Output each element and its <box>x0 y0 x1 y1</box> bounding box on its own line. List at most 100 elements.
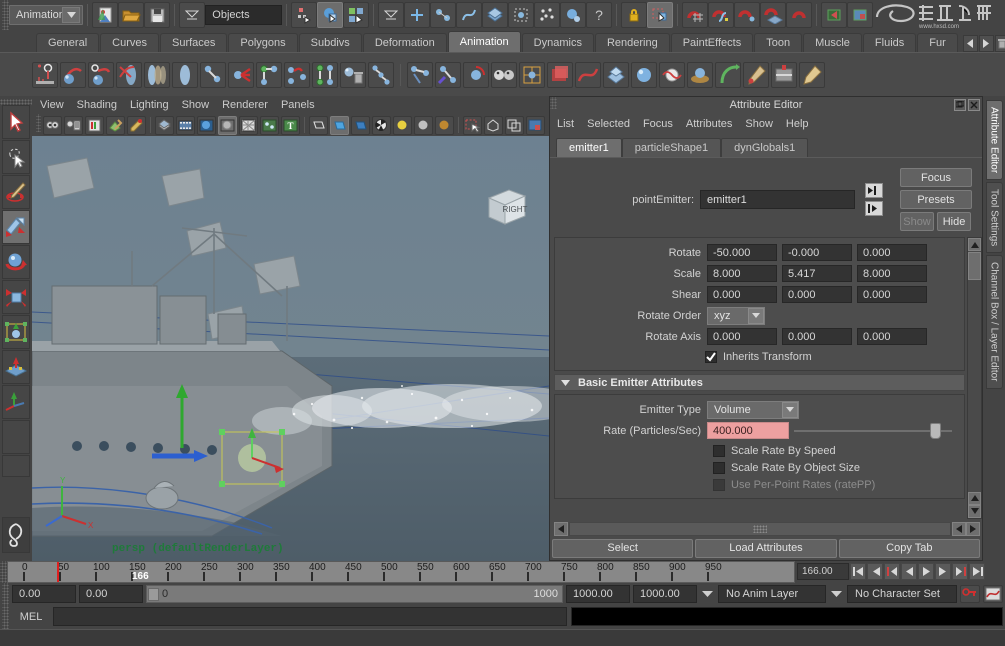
view-axis-cube[interactable]: RIGHT <box>483 186 531 233</box>
rate-slider[interactable] <box>794 430 952 432</box>
select-curves-icon[interactable] <box>456 2 482 28</box>
bookmarks-icon[interactable] <box>85 116 104 135</box>
shelf-tab-rendering[interactable]: Rendering <box>595 33 670 52</box>
select-handle-icon[interactable] <box>404 2 430 28</box>
ae-tab-emitter1[interactable]: emitter1 <box>556 138 622 157</box>
select-input-node-icon[interactable] <box>865 183 883 198</box>
wireframe-on-shaded-icon[interactable] <box>218 116 237 135</box>
ik-sc-solver-icon[interactable] <box>312 62 338 88</box>
lasso-select-tool-icon[interactable] <box>2 140 30 174</box>
load-attributes-button[interactable]: Load Attributes <box>695 539 836 558</box>
select-tool-icon[interactable] <box>2 105 30 139</box>
select-by-hierarchy-icon[interactable] <box>291 2 317 28</box>
chevron-down-icon[interactable] <box>782 402 798 418</box>
ipr-render-icon[interactable] <box>526 116 545 135</box>
shelf-tab-toon[interactable]: Toon <box>754 33 802 52</box>
scroll-up2-icon[interactable] <box>968 492 981 505</box>
chevron-down-icon[interactable] <box>700 585 715 603</box>
playback-start-time-field[interactable]: 0.00 <box>79 585 143 603</box>
viewport-menu-show[interactable]: Show <box>182 99 210 111</box>
hardware-texturing-icon[interactable] <box>197 116 216 135</box>
time-slider-handle[interactable] <box>0 561 7 583</box>
rotate-tool-icon[interactable] <box>2 245 30 279</box>
attribute-vertical-scrollbar[interactable] <box>967 237 982 519</box>
command-input[interactable] <box>53 607 567 626</box>
shelf-tab-fluids[interactable]: Fluids <box>863 33 916 52</box>
all-lights-icon[interactable] <box>393 116 412 135</box>
scene-lights-icon[interactable] <box>435 116 454 135</box>
wireframe-mode-icon[interactable] <box>309 116 328 135</box>
insert-joint-icon[interactable] <box>435 62 461 88</box>
ae-menu-help[interactable]: Help <box>786 118 809 130</box>
paint-select-tool-icon[interactable] <box>2 175 30 209</box>
hide-button[interactable]: Hide <box>937 212 971 231</box>
shear-xz-field[interactable]: 0.000 <box>782 286 852 303</box>
anim-layer-field[interactable]: No Anim Layer <box>718 585 826 603</box>
lattice-icon[interactable] <box>519 62 545 88</box>
ae-tab-dynglobals1[interactable]: dynGlobals1 <box>721 138 808 157</box>
node-name-field[interactable]: emitter1 <box>700 190 855 209</box>
rotate-axis-x-field[interactable]: 0.000 <box>707 328 777 345</box>
step-forward-icon[interactable] <box>935 563 951 580</box>
ik-rp-solver-icon[interactable] <box>284 62 310 88</box>
chevron-down-icon[interactable] <box>561 377 570 389</box>
highlight-selection-icon[interactable] <box>647 2 673 28</box>
ik-handle-tool-icon[interactable] <box>116 62 142 88</box>
wrap-icon[interactable] <box>603 62 629 88</box>
step-back-icon[interactable] <box>867 563 883 580</box>
toolbox-empty-slot[interactable] <box>2 455 30 477</box>
connect-joint-icon[interactable] <box>407 62 433 88</box>
shelf-tab-muscle[interactable]: Muscle <box>803 33 862 52</box>
select-camera-icon[interactable] <box>43 116 62 135</box>
camera-attributes-icon[interactable] <box>64 116 83 135</box>
vtab-attribute-editor[interactable]: Attribute Editor <box>986 100 1003 180</box>
film-gate-icon[interactable] <box>176 116 195 135</box>
emitter-type-dropdown[interactable]: Volume <box>707 401 799 419</box>
vtab-channel-box-layer-editor[interactable]: Channel Box / Layer Editor <box>986 255 1003 389</box>
time-slider[interactable]: 0 50 100 150 200 250 300 350 400 450 500… <box>7 561 795 583</box>
rotate-z-field[interactable]: 0.000 <box>857 244 927 261</box>
rate-slider-handle[interactable] <box>930 423 941 439</box>
rotate-order-dropdown[interactable]: xyz <box>707 307 765 325</box>
select-deformations-icon[interactable] <box>508 2 534 28</box>
go-to-end-icon[interactable] <box>969 563 985 580</box>
lock-icon[interactable] <box>621 2 647 28</box>
skeleton-icon[interactable] <box>144 62 170 88</box>
restore-icon[interactable] <box>954 99 966 111</box>
ae-menu-list[interactable]: List <box>557 118 574 130</box>
inherits-transform-checkbox[interactable] <box>705 351 717 363</box>
perspective-viewport[interactable]: Y X RIGHT <box>32 136 549 561</box>
isolate-select-icon[interactable] <box>463 116 482 135</box>
shelf-tab-animation[interactable]: Animation <box>448 31 521 52</box>
shear-xy-field[interactable]: 0.000 <box>707 286 777 303</box>
rotate-x-field[interactable]: -50.000 <box>707 244 777 261</box>
nonlinear-bend-icon[interactable] <box>715 62 741 88</box>
new-scene-icon[interactable] <box>92 2 118 28</box>
select-button[interactable]: Select <box>552 539 693 558</box>
hscroll-track[interactable] <box>569 522 951 536</box>
play-backwards-icon[interactable] <box>901 563 917 580</box>
viewport-iconbar-handle[interactable] <box>36 114 41 132</box>
scale-tool-icon[interactable] <box>2 280 30 314</box>
viewport-menu-shading[interactable]: Shading <box>77 99 117 111</box>
ae-menu-attributes[interactable]: Attributes <box>686 118 732 130</box>
default-light-icon[interactable] <box>414 116 433 135</box>
shelf-tab-polygons[interactable]: Polygons <box>228 33 297 52</box>
chevron-down-icon[interactable] <box>62 7 80 23</box>
range-slider-left-cap[interactable] <box>148 588 159 601</box>
cluster-icon[interactable] <box>547 62 573 88</box>
viewport-menu-lighting[interactable]: Lighting <box>130 99 169 111</box>
ik-spline-icon[interactable] <box>256 62 282 88</box>
scale-y-field[interactable]: 5.417 <box>782 265 852 282</box>
basic-emitter-attributes-header[interactable]: Basic Emitter Attributes <box>554 374 965 391</box>
shelf-tab-surfaces[interactable]: Surfaces <box>160 33 227 52</box>
set-breakdown-key-icon[interactable] <box>88 62 114 88</box>
select-surfaces-icon[interactable] <box>482 2 508 28</box>
soft-modification-icon[interactable] <box>687 62 713 88</box>
jiggle-icon[interactable] <box>659 62 685 88</box>
ae-menu-show[interactable]: Show <box>745 118 773 130</box>
scroll-thumb[interactable] <box>968 252 981 280</box>
anim-end-time-field[interactable]: 1000.00 <box>633 585 697 603</box>
scale-rate-by-object-size-checkbox[interactable] <box>713 462 725 474</box>
show-button[interactable]: Show <box>900 212 934 231</box>
